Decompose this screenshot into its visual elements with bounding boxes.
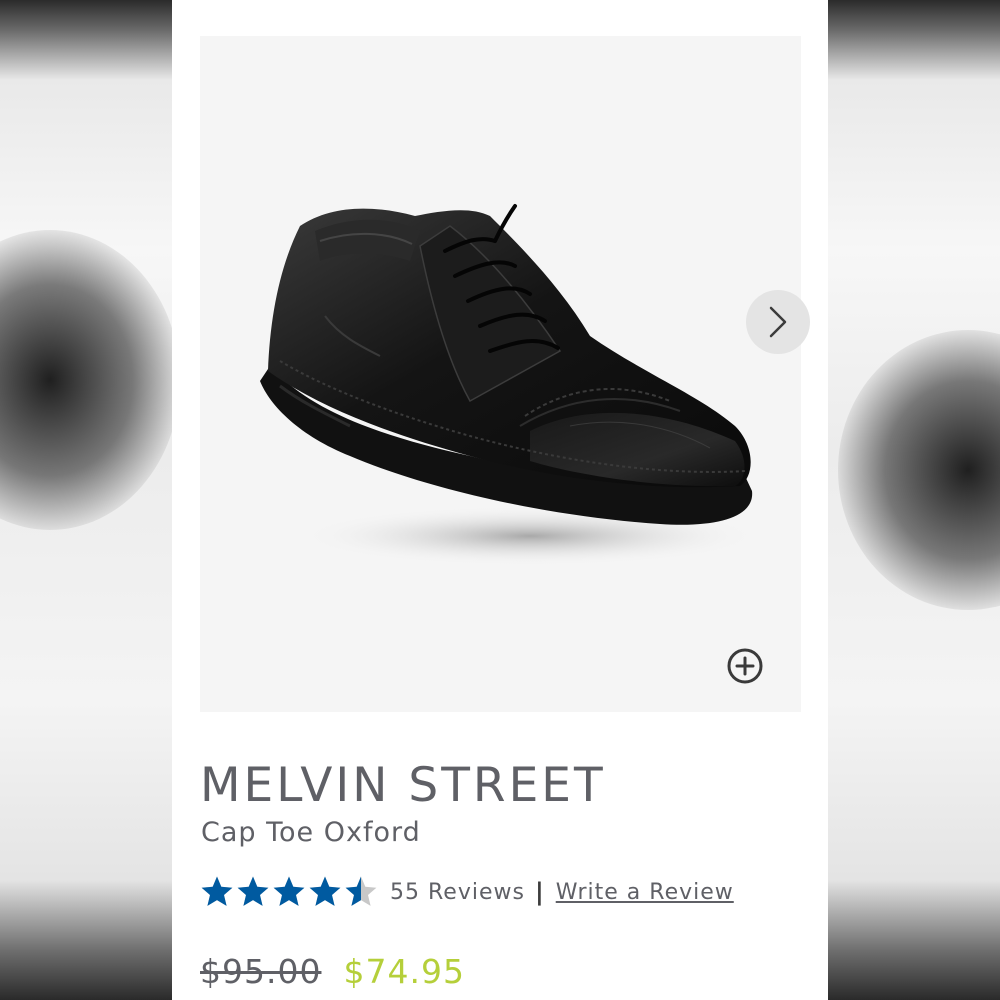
star-icon — [273, 876, 305, 906]
rating-row: 55 Reviews | Write a Review — [200, 872, 734, 912]
star-icon — [201, 876, 233, 906]
chevron-right-icon — [769, 306, 787, 338]
price-row: $95.00 $74.95 — [200, 952, 465, 991]
rating-stars — [200, 875, 380, 909]
blurred-background-left — [0, 0, 172, 1000]
original-price: $95.00 — [200, 952, 322, 991]
product-image-panel — [200, 36, 810, 712]
star-icon — [309, 876, 341, 906]
product-title: MELVIN STREET — [200, 758, 606, 813]
star-icon — [345, 876, 377, 906]
zoom-button[interactable] — [725, 646, 765, 686]
product-style: Cap Toe Oxford — [201, 817, 421, 848]
write-review-link[interactable]: Write a Review — [556, 880, 734, 905]
zoom-plus-icon — [727, 648, 763, 684]
next-image-button[interactable] — [746, 290, 810, 354]
rating-divider: | — [534, 878, 544, 906]
star-icon — [237, 876, 269, 906]
reviews-count[interactable]: 55 Reviews — [390, 880, 525, 905]
blurred-background-right — [828, 0, 1000, 1000]
product-card: MELVIN STREET Cap Toe Oxford 55 Reviews … — [172, 0, 828, 1000]
sale-price: $74.95 — [343, 952, 465, 991]
product-image-shoe — [260, 204, 760, 566]
